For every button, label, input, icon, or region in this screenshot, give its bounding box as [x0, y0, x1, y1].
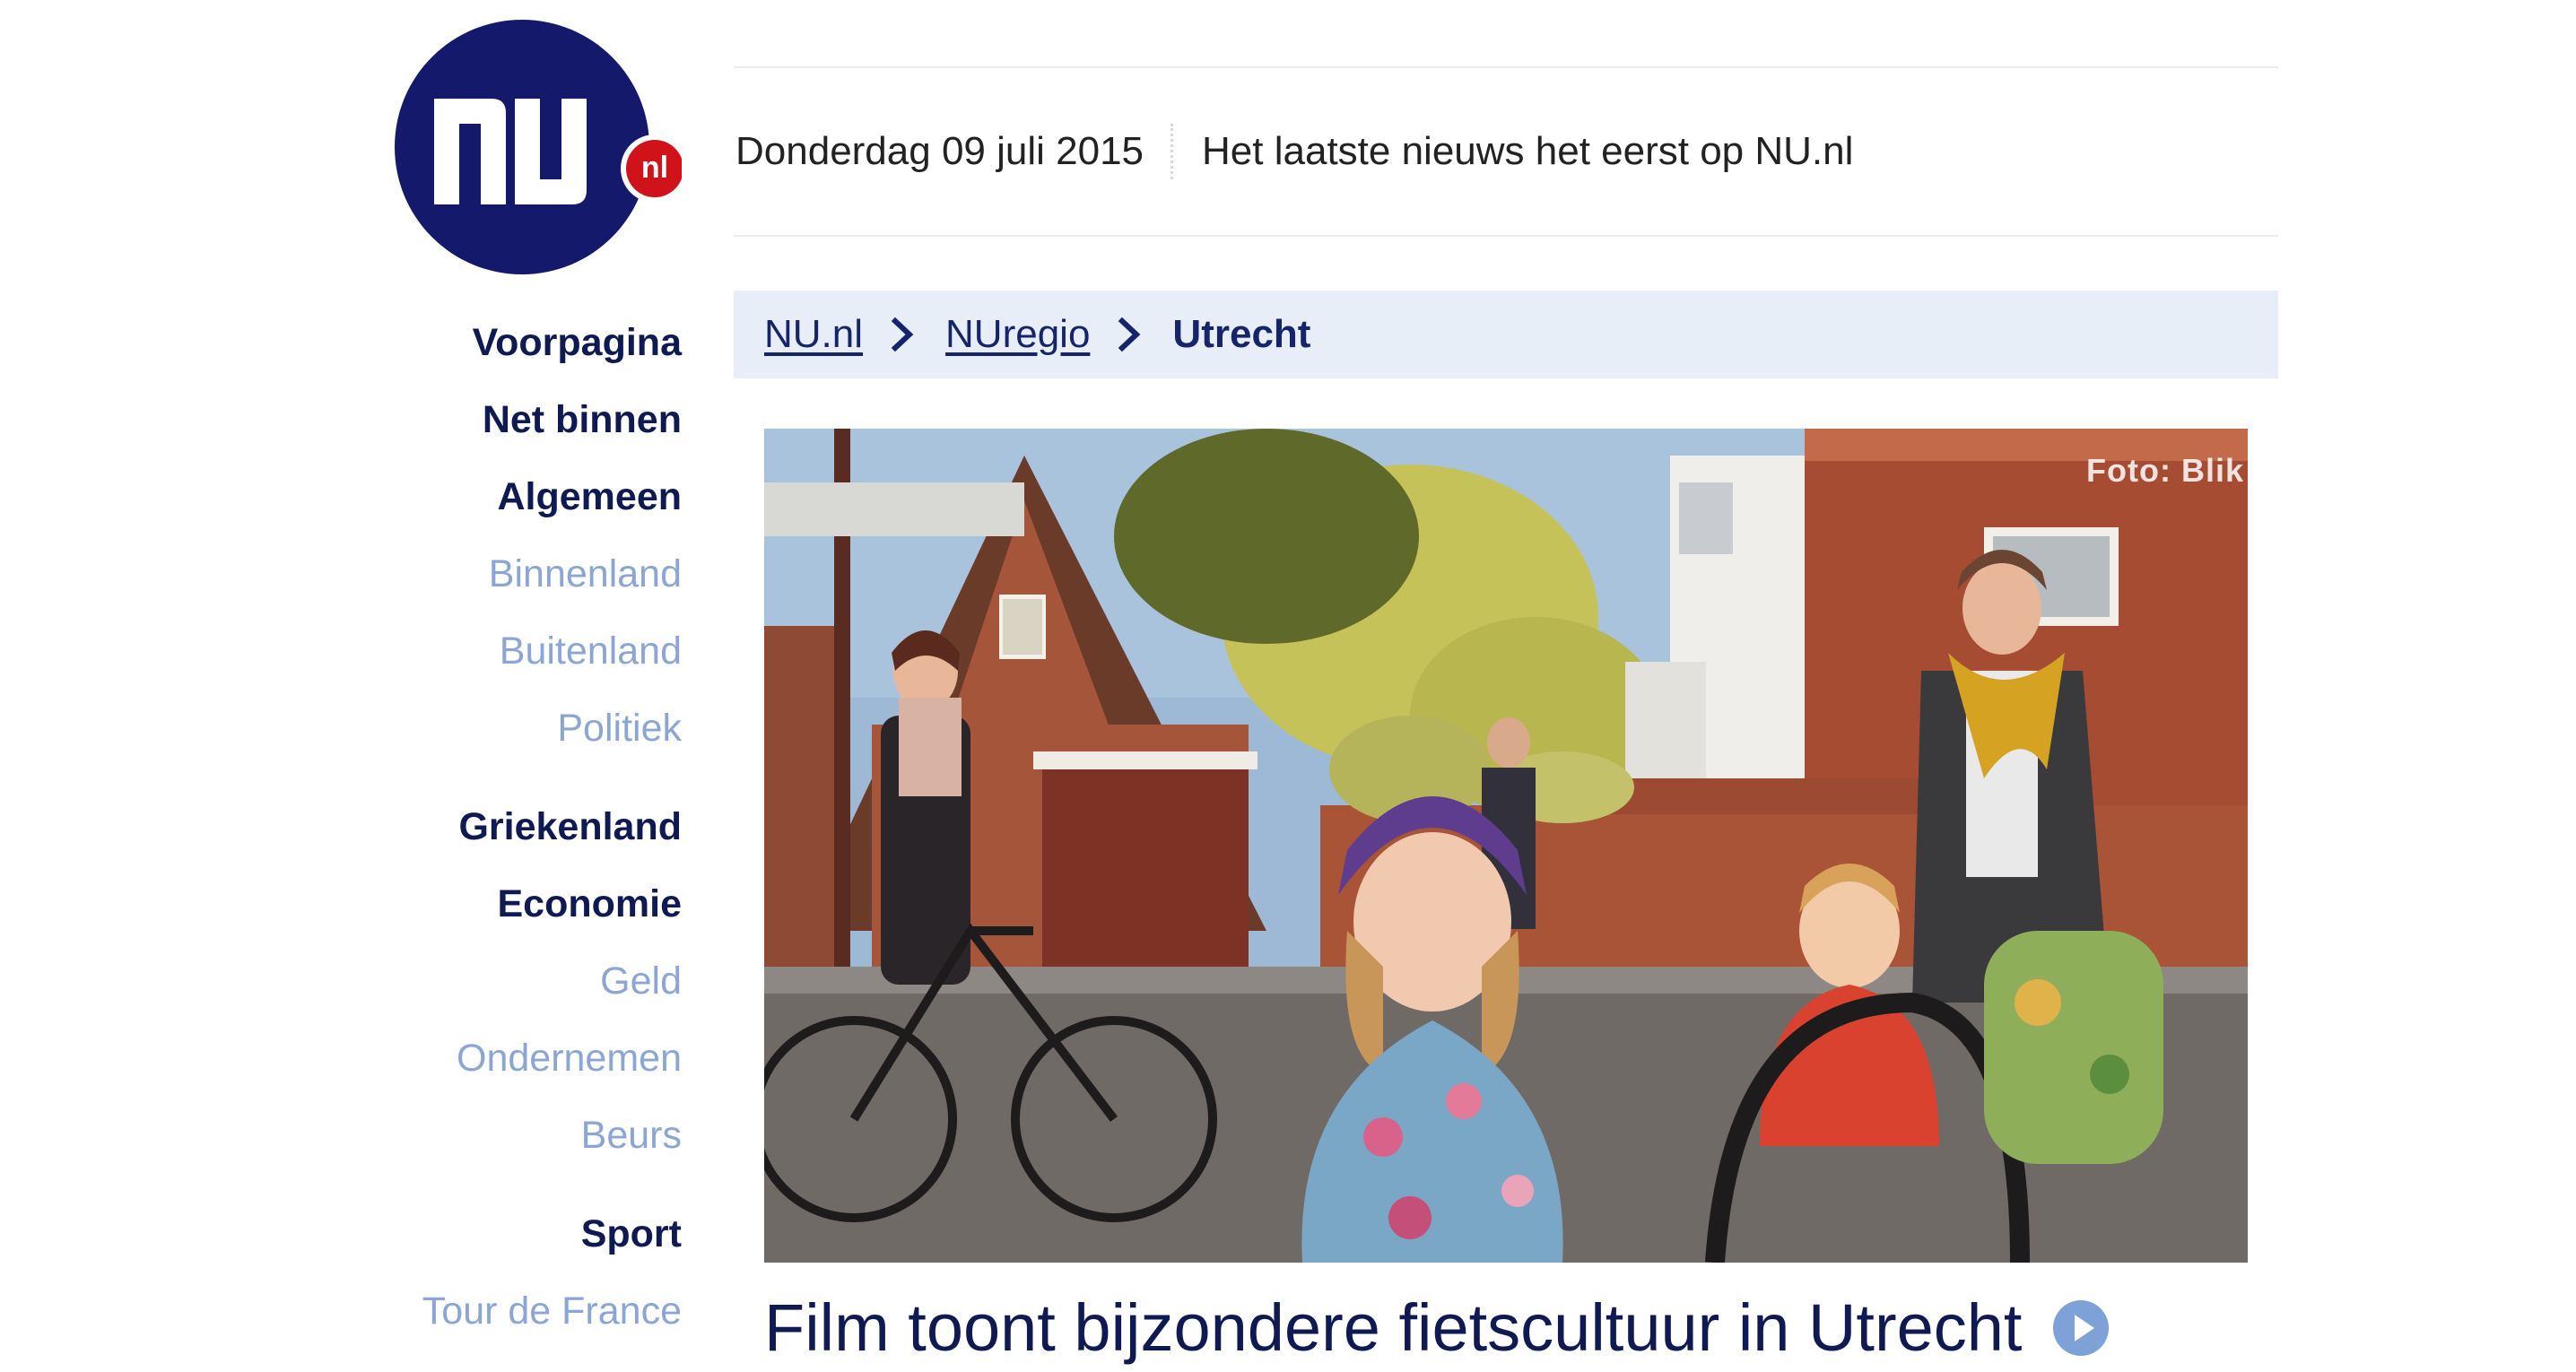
nav-item-voorpagina[interactable]: Voorpagina: [473, 321, 682, 365]
breadcrumb-link-nuregio[interactable]: NUregio: [945, 312, 1090, 357]
photo-credit: Foto: Blik: [2086, 452, 2244, 489]
chevron-right-icon: [891, 317, 914, 352]
nu-nl-logo[interactable]: nl: [395, 20, 682, 280]
nav-item-buitenland[interactable]: Buitenland: [500, 630, 682, 673]
breadcrumb-link-nu-nl[interactable]: NU.nl: [764, 312, 863, 357]
nav-item-politiek[interactable]: Politiek: [557, 707, 682, 751]
article-headline-text: Film toont bijzondere fietscultuur in Ut…: [764, 1290, 2023, 1365]
nav-item-net-binnen[interactable]: Net binnen: [483, 398, 682, 442]
nav-item-tour-de-france[interactable]: Tour de France: [422, 1290, 682, 1333]
header-date: Donderdag 09 juli 2015: [735, 129, 1144, 173]
header-strip: Donderdag 09 juli 2015 Het laatste nieuw…: [734, 68, 2278, 235]
header-separator: [1171, 124, 1174, 179]
breadcrumb-current-utrecht: Utrecht: [1172, 312, 1311, 356]
nav-item-algemeen[interactable]: Algemeen: [497, 475, 682, 519]
nav-item-binnenland[interactable]: Binnenland: [489, 552, 682, 596]
header-tagline: Het laatste nieuws het eerst op NU.nl: [1202, 129, 1854, 173]
street-scene-illustration: [764, 429, 2248, 1263]
nav-item-ondernemen[interactable]: Ondernemen: [457, 1037, 682, 1081]
breadcrumb: NU.nl NUregio Utrecht: [734, 291, 2278, 378]
logo-badge-text: nl: [640, 151, 669, 185]
page: nl Donderdag 09 juli 2015 Het laatste ni…: [0, 0, 2576, 1372]
header-divider-bottom: [734, 235, 2278, 237]
nav-item-sport[interactable]: Sport: [581, 1212, 682, 1256]
article-hero-image[interactable]: Foto: Blik: [764, 429, 2248, 1263]
nav-item-griekenland[interactable]: Griekenland: [458, 805, 682, 849]
play-icon[interactable]: [2051, 1298, 2110, 1358]
nav-item-geld[interactable]: Geld: [600, 960, 682, 1003]
nav-item-beurs[interactable]: Beurs: [581, 1114, 682, 1158]
nav-item-economie[interactable]: Economie: [498, 882, 683, 926]
chevron-right-icon: [1118, 317, 1141, 352]
article-headline-link[interactable]: Film toont bijzondere fietscultuur in Ut…: [764, 1290, 2289, 1366]
